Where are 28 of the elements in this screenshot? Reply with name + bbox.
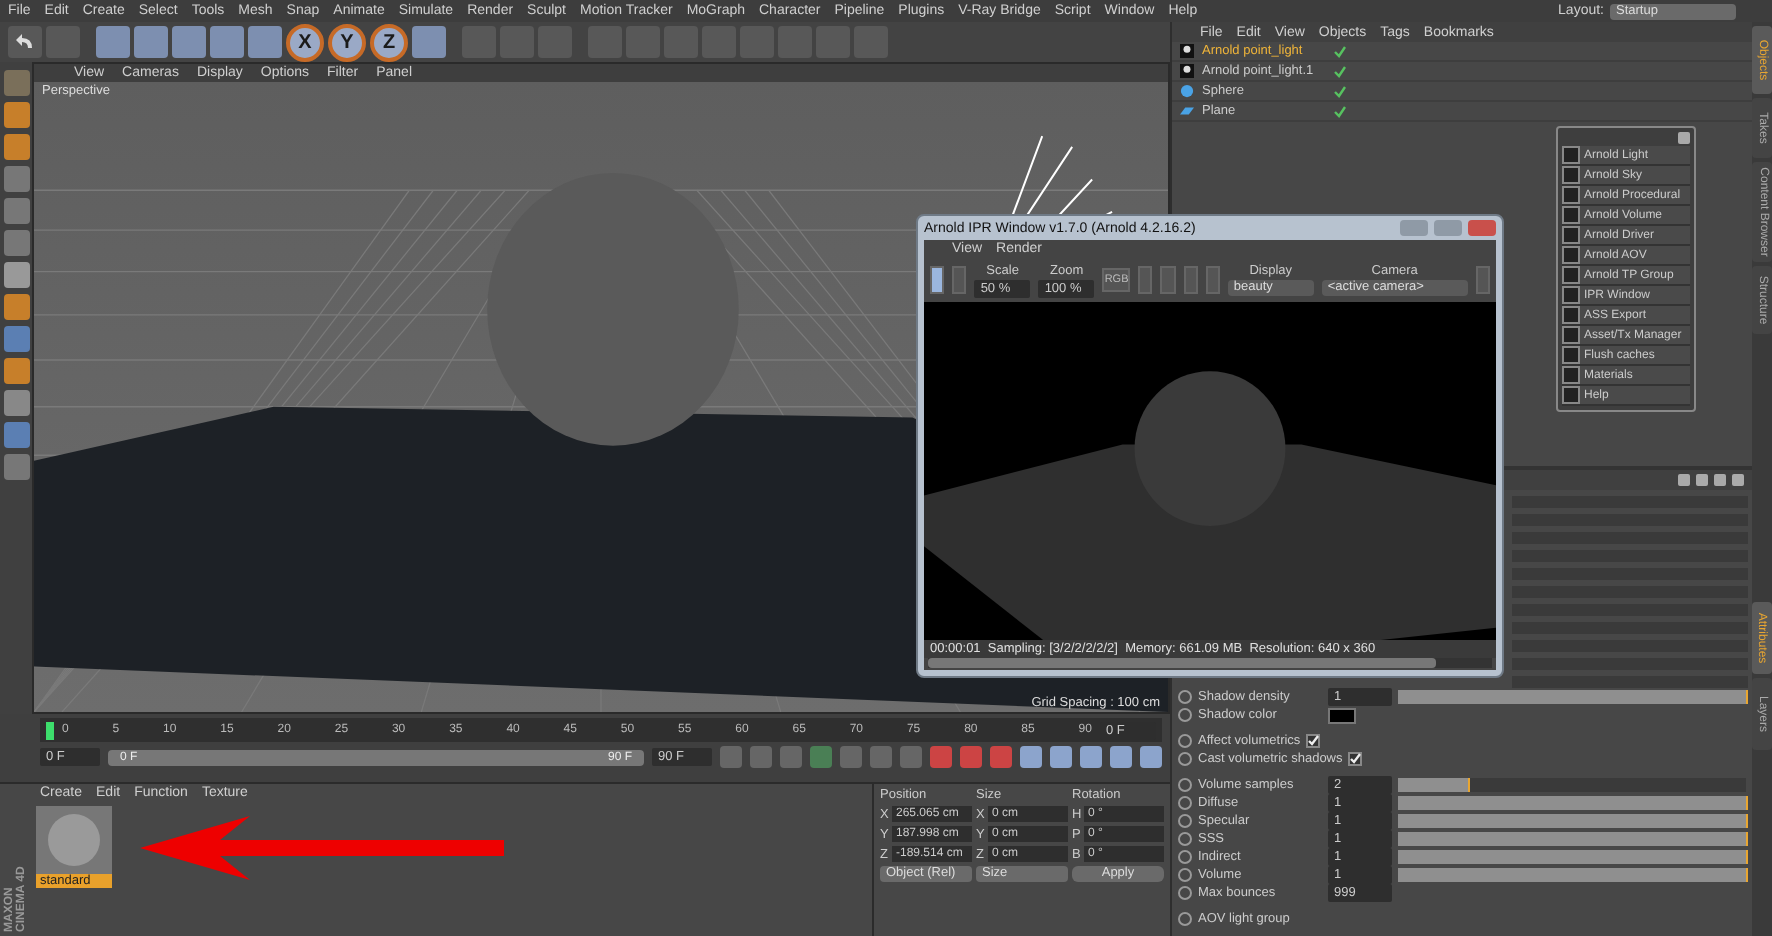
- maximize-button[interactable]: [1434, 220, 1462, 236]
- animate-dot-icon[interactable]: [1178, 734, 1192, 748]
- checkbox[interactable]: [1348, 752, 1363, 766]
- animate-dot-icon[interactable]: [1178, 868, 1192, 882]
- animate-dot-icon[interactable]: [1178, 832, 1192, 846]
- sphere-icon: [1180, 84, 1194, 98]
- animate-dot-icon[interactable]: [1178, 850, 1192, 864]
- color-swatch[interactable]: [1328, 707, 1356, 723]
- plane-icon: [1180, 104, 1194, 118]
- axis-toggle[interactable]: Y: [328, 23, 366, 61]
- animate-dot-icon[interactable]: [1178, 708, 1192, 722]
- animate-dot-icon[interactable]: [1178, 814, 1192, 828]
- animate-dot-icon[interactable]: [1178, 778, 1192, 792]
- minimize-button[interactable]: [1400, 220, 1428, 236]
- material-preview[interactable]: [36, 806, 112, 874]
- slider-track[interactable]: [1398, 778, 1746, 792]
- animate-dot-icon[interactable]: [1178, 690, 1192, 704]
- animate-dot-icon[interactable]: [1178, 796, 1192, 810]
- axis-toggle[interactable]: Z: [370, 23, 408, 61]
- scrollbar[interactable]: [928, 658, 1492, 668]
- animate-dot-icon[interactable]: [1178, 912, 1192, 926]
- animate-dot-icon[interactable]: [1178, 752, 1192, 766]
- undo-icon[interactable]: [8, 26, 42, 58]
- axis-toggle[interactable]: X: [286, 23, 324, 61]
- current-frame-marker[interactable]: [46, 721, 54, 739]
- checkbox[interactable]: [1306, 734, 1321, 748]
- close-button[interactable]: [1468, 220, 1496, 236]
- animate-dot-icon[interactable]: [1178, 886, 1192, 900]
